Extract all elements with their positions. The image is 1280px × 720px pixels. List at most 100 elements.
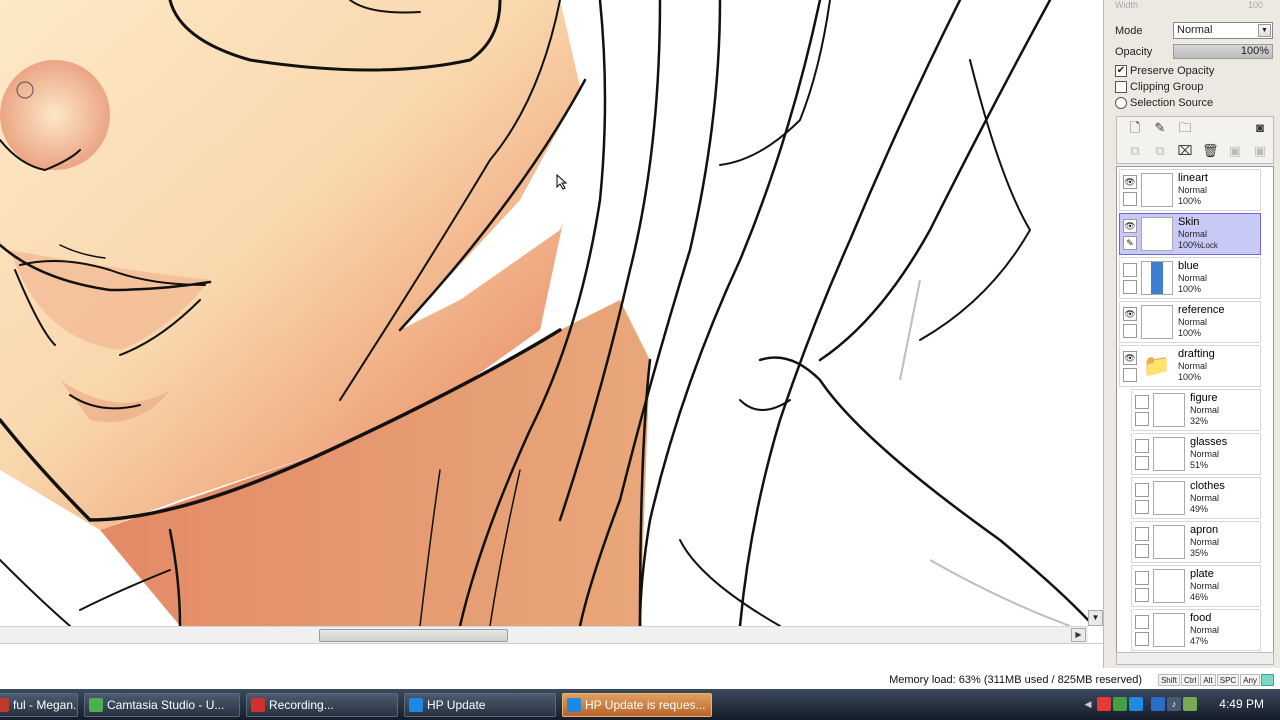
clipping-group-row[interactable]: Clipping Group	[1115, 81, 1203, 93]
eye-icon[interactable]	[1135, 395, 1149, 409]
pencil-icon[interactable]: ✎	[1123, 236, 1137, 250]
eye-icon[interactable]	[1135, 571, 1149, 585]
layer-thumbnail	[1141, 305, 1173, 339]
selection-source-row[interactable]: Selection Source	[1115, 97, 1213, 109]
taskbar-item-3[interactable]: Recording...	[246, 693, 398, 717]
layer-blend-mode: Normal	[1190, 449, 1220, 459]
layer-row-reference[interactable]: 👁 reference Normal 100%	[1119, 301, 1261, 343]
transfer-down-icon[interactable]: ⧉	[1127, 143, 1143, 159]
layer-properties-icon[interactable]: ▣	[1227, 143, 1243, 159]
tray-app-icon[interactable]	[1097, 697, 1111, 711]
layer-lock-icon[interactable]	[1135, 588, 1149, 602]
taskbar-item-1[interactable]: ful - Megan...	[0, 693, 78, 717]
eye-icon[interactable]	[1135, 439, 1149, 453]
blend-mode-select[interactable]: Normal ▼	[1173, 22, 1273, 39]
status-bar: Memory load: 63% (311MB used / 825MB res…	[0, 643, 1280, 689]
layer-row-apron[interactable]: apron Normal 35%	[1131, 521, 1261, 563]
taskbar-item-2[interactable]: Camtasia Studio - U...	[84, 693, 240, 717]
eye-icon[interactable]: 👁	[1123, 175, 1137, 189]
layer-lock-icon[interactable]	[1123, 280, 1137, 294]
key-spc: SPC	[1216, 674, 1240, 686]
new-layer-icon[interactable]: 🗋	[1127, 120, 1143, 136]
eye-icon[interactable]: 👁	[1123, 351, 1137, 365]
layer-lock-icon[interactable]	[1123, 192, 1137, 206]
layer-options-icon[interactable]: ▣	[1252, 143, 1268, 159]
clock[interactable]: 4:49 PM	[1219, 697, 1264, 711]
layer-lock-icon[interactable]	[1135, 500, 1149, 514]
delete-layer-icon[interactable]: 🗑	[1202, 143, 1219, 159]
tray-app-icon[interactable]	[1129, 697, 1143, 711]
layer-lock-icon[interactable]	[1123, 368, 1137, 382]
layer-row-clothes[interactable]: clothes Normal 49%	[1131, 477, 1261, 519]
layer-lock-icon[interactable]	[1135, 456, 1149, 470]
layer-lock-icon[interactable]	[1135, 544, 1149, 558]
opacity-slider[interactable]: 100%	[1173, 44, 1273, 59]
system-tray: ◀ ♪ 4:49 PM	[1075, 689, 1280, 720]
width-label: Width	[1115, 0, 1139, 10]
layer-lock-icon[interactable]	[1123, 324, 1137, 338]
new-linework-layer-icon[interactable]: ✎	[1152, 120, 1168, 136]
layer-row-plate[interactable]: plate Normal 46%	[1131, 565, 1261, 607]
layer-row-food[interactable]: food Normal 47%	[1131, 609, 1261, 651]
clear-layer-icon[interactable]: ⌧	[1177, 143, 1193, 159]
eye-icon[interactable]: 👁	[1123, 307, 1137, 321]
layer-opacity: 32%	[1190, 416, 1209, 426]
eye-icon[interactable]: 👁	[1123, 219, 1137, 233]
tray-app-icon[interactable]	[1113, 697, 1127, 711]
taskbar-item-5[interactable]: HP Update is reques...	[562, 693, 712, 717]
layer-row-lineart[interactable]: 👁 lineart Normal 100%	[1119, 169, 1261, 211]
scroll-down-arrow-icon[interactable]: ▼	[1088, 610, 1103, 626]
volume-icon[interactable]: ♪	[1167, 697, 1181, 711]
eye-icon[interactable]	[1135, 615, 1149, 629]
taskbar-item-4[interactable]: HP Update	[404, 693, 556, 717]
layer-row-glasses[interactable]: glasses Normal 51%	[1131, 433, 1261, 475]
layer-opacity: 100%	[1178, 284, 1202, 294]
scrollbar-thumb[interactable]	[319, 629, 508, 642]
layer-name: plate	[1190, 568, 1214, 580]
chevron-down-icon[interactable]: ▼	[1258, 24, 1271, 37]
folder-icon: 📁	[1143, 353, 1171, 378]
eye-icon[interactable]	[1123, 263, 1137, 277]
blend-mode-value: Normal	[1177, 24, 1213, 36]
canvas-horizontal-scrollbar[interactable]: ▶	[0, 626, 1088, 643]
chevron-left-icon[interactable]: ◀	[1081, 697, 1095, 711]
eye-icon[interactable]	[1135, 527, 1149, 541]
layer-blend-mode: Normal	[1190, 581, 1220, 591]
layer-row-skin[interactable]: 👁 ✎ Skin Normal 100%Lock	[1119, 213, 1261, 255]
layer-row-drafting[interactable]: 👁 📁 drafting Normal 100%	[1119, 345, 1261, 387]
new-folder-icon[interactable]: 🗀	[1177, 120, 1193, 136]
layer-row-figure[interactable]: figure Normal 32%	[1131, 389, 1261, 431]
layer-row-blue[interactable]: blue Normal 100%	[1119, 257, 1261, 299]
layer-blend-mode: Normal	[1178, 317, 1208, 327]
layer-toolbar: 🗋 ✎ 🗀 ◙ ⧉ ⧉ ⌧ 🗑 ▣ ▣	[1116, 116, 1274, 164]
layer-name: food	[1190, 612, 1212, 624]
layer-mask-icon[interactable]: ◙	[1252, 120, 1268, 136]
width-field[interactable]: Width 100	[1115, 0, 1275, 12]
merge-down-icon[interactable]: ⧉	[1152, 143, 1168, 159]
layer-opacity: 100%Lock	[1178, 240, 1218, 250]
layer-list: 👁 lineart Normal 100% 👁 ✎ Skin Normal 100%Lock bl…	[1116, 166, 1274, 656]
scroll-right-arrow-icon[interactable]: ▶	[1071, 628, 1086, 642]
preserve-opacity-checkbox[interactable]: ✔	[1115, 65, 1127, 77]
power-icon[interactable]	[1183, 697, 1197, 711]
drawing-canvas[interactable]	[0, 0, 1088, 626]
layer-lock-icon[interactable]	[1135, 412, 1149, 426]
clipping-group-checkbox[interactable]	[1115, 81, 1127, 93]
layer-opacity: 51%	[1190, 460, 1209, 470]
layer-list-scrollbar[interactable]	[1116, 652, 1274, 665]
layer-name: lineart	[1178, 172, 1208, 184]
network-icon[interactable]	[1151, 697, 1165, 711]
layer-name: reference	[1178, 304, 1225, 316]
memory-load-text: Memory load: 63% (311MB used / 825MB res…	[889, 674, 1142, 686]
artwork	[0, 0, 1088, 626]
layer-blend-mode: Normal	[1190, 493, 1220, 503]
preserve-opacity-row[interactable]: ✔ Preserve Opacity	[1115, 65, 1214, 77]
taskbar-item-label: HP Update	[427, 698, 486, 712]
mode-label: Mode	[1115, 24, 1143, 37]
selection-source-radio[interactable]	[1115, 97, 1127, 109]
layer-blend-mode: Normal	[1190, 625, 1220, 635]
eye-icon[interactable]	[1135, 483, 1149, 497]
layer-blend-mode: Normal	[1178, 361, 1208, 371]
layer-lock-icon[interactable]	[1135, 632, 1149, 646]
layer-blend-mode: Normal	[1178, 229, 1208, 239]
